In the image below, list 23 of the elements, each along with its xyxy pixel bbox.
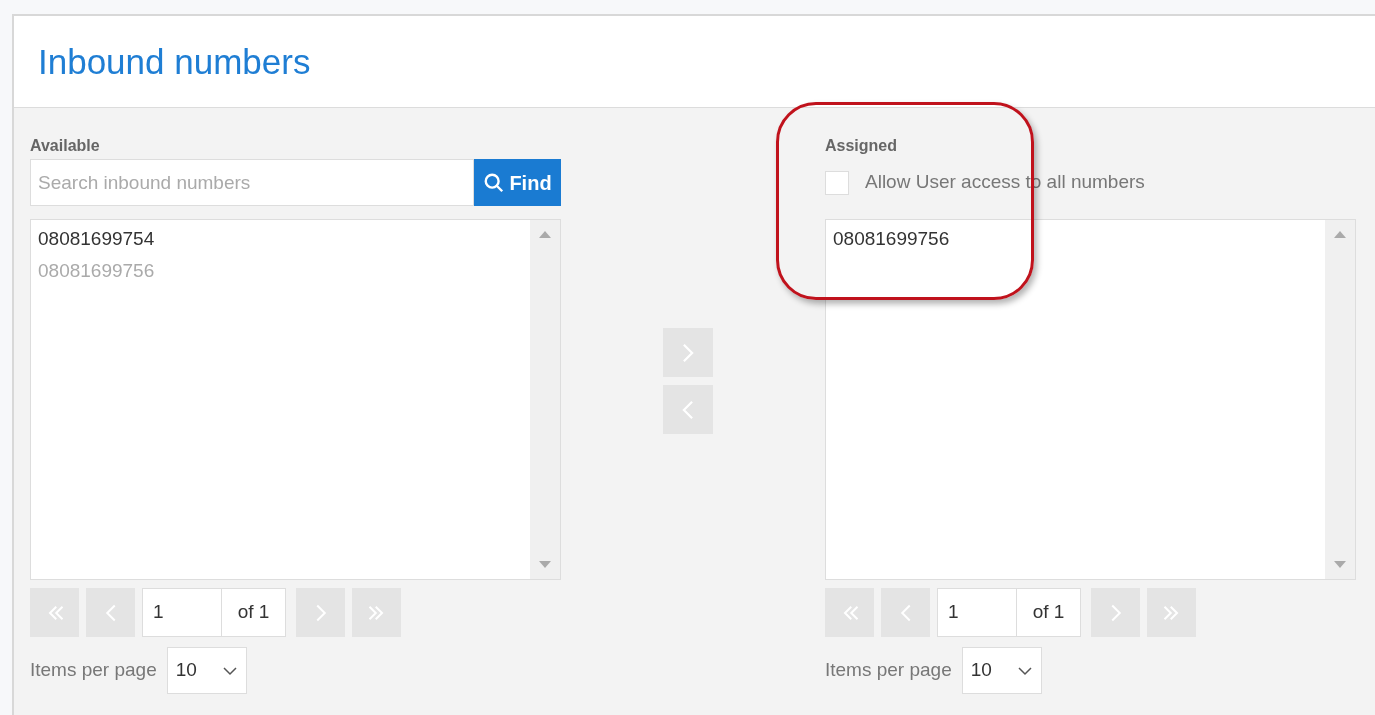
page-title: Inbound numbers [38, 44, 311, 79]
scroll-up-icon[interactable] [539, 230, 551, 238]
section-label: Assigned [825, 136, 898, 156]
items-per-page-dropdown[interactable]: 10 [961, 647, 1042, 694]
page-number-field[interactable]: 1 [937, 588, 1017, 637]
page-count: of 1 [1017, 588, 1081, 637]
items-per-page-dropdown[interactable]: 10 [166, 647, 247, 694]
search-icon [483, 171, 506, 194]
items-per-page-label: Items per page [30, 658, 157, 683]
page-count: of 1 [222, 588, 286, 637]
caret-icon [1016, 665, 1033, 676]
scroll-up-icon[interactable] [1334, 230, 1346, 238]
checkbox[interactable] [825, 170, 849, 195]
section-label: Available [30, 136, 101, 156]
list-item[interactable]: 08081699756 [833, 226, 1318, 258]
page-number-field[interactable]: 1 [142, 588, 222, 637]
caret-icon [221, 665, 238, 676]
search-field[interactable]: Search inbound numbers [30, 159, 474, 206]
list-item[interactable]: 08081699754 [38, 226, 523, 258]
items-per-page-label: Items per page [825, 658, 952, 683]
scroll-down-icon[interactable] [539, 561, 551, 569]
find-button[interactable]: Find [474, 159, 561, 206]
scroll-down-icon[interactable] [1334, 561, 1346, 569]
